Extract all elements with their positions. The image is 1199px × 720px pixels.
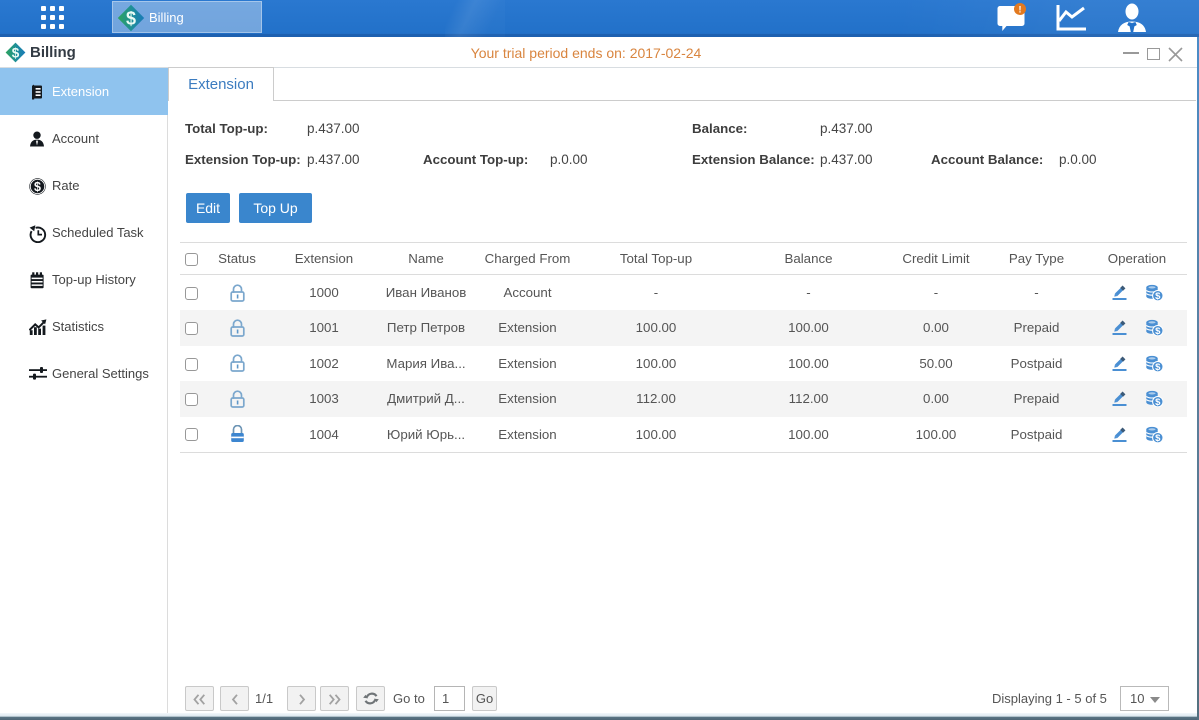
svg-text:$: $ — [126, 9, 136, 29]
svg-text:!: ! — [1019, 4, 1022, 14]
svg-text:$: $ — [34, 180, 41, 194]
